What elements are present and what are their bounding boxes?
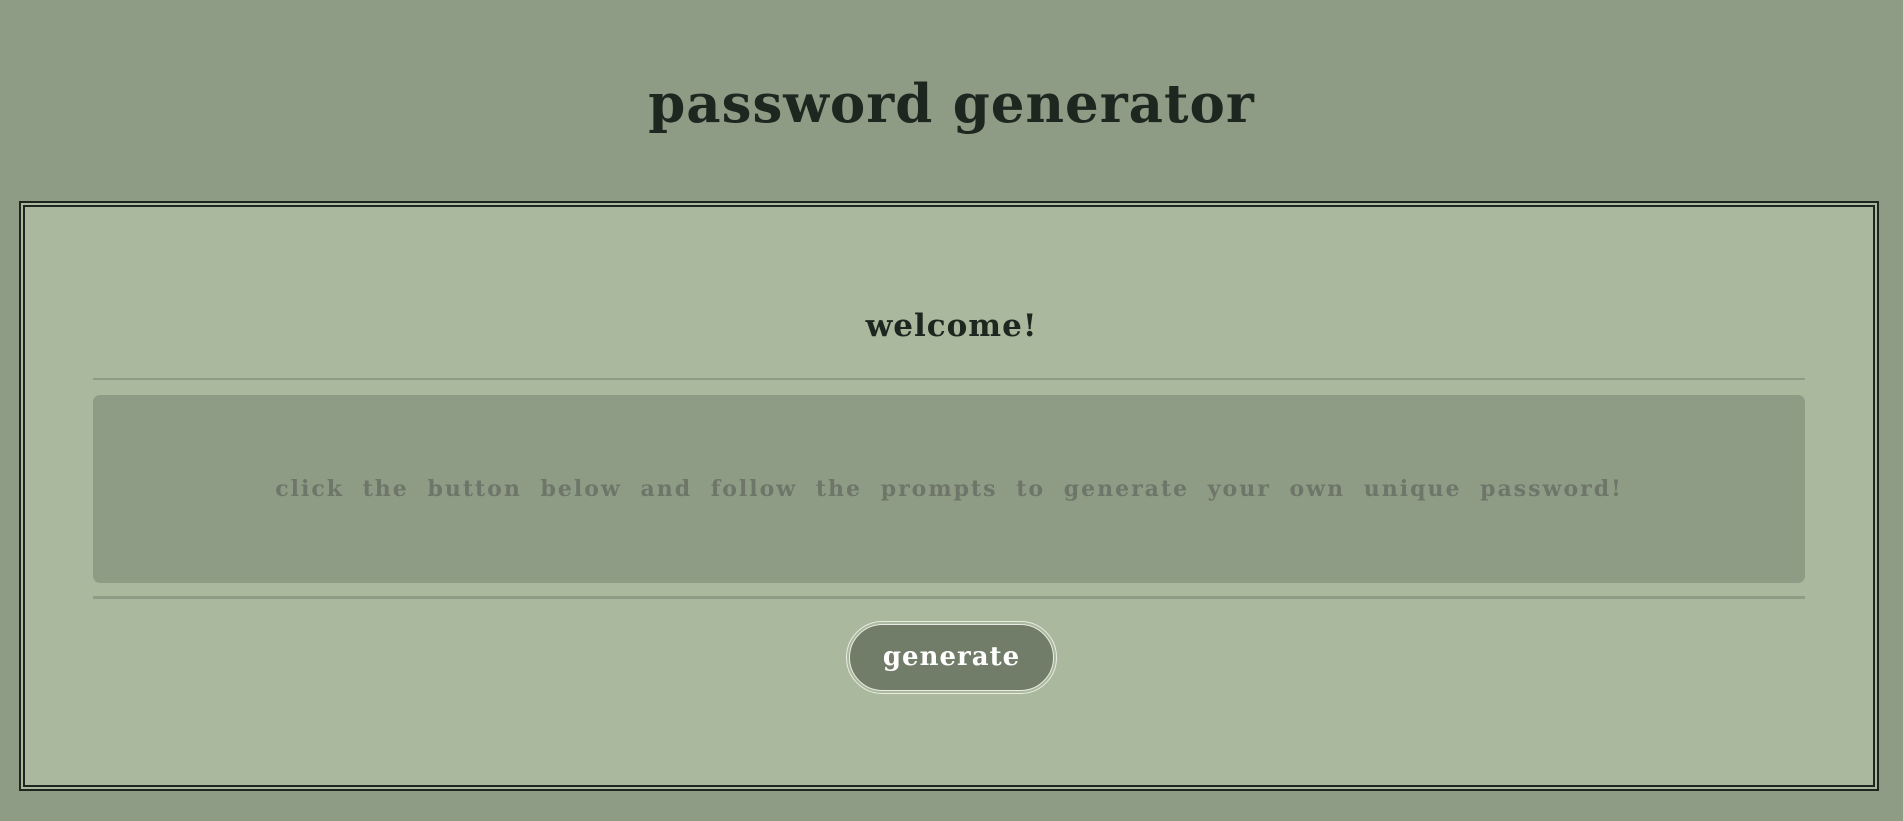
card-heading: welcome!: [865, 308, 1038, 344]
divider-top: [93, 378, 1805, 380]
password-display-text: click the button below and follow the pr…: [275, 476, 1623, 502]
password-display-box: click the button below and follow the pr…: [93, 395, 1805, 583]
divider-bottom: [93, 596, 1805, 599]
page-title: password generator: [648, 73, 1255, 135]
generate-button[interactable]: generate: [849, 624, 1054, 691]
generate-button-frame: generate: [846, 621, 1057, 694]
